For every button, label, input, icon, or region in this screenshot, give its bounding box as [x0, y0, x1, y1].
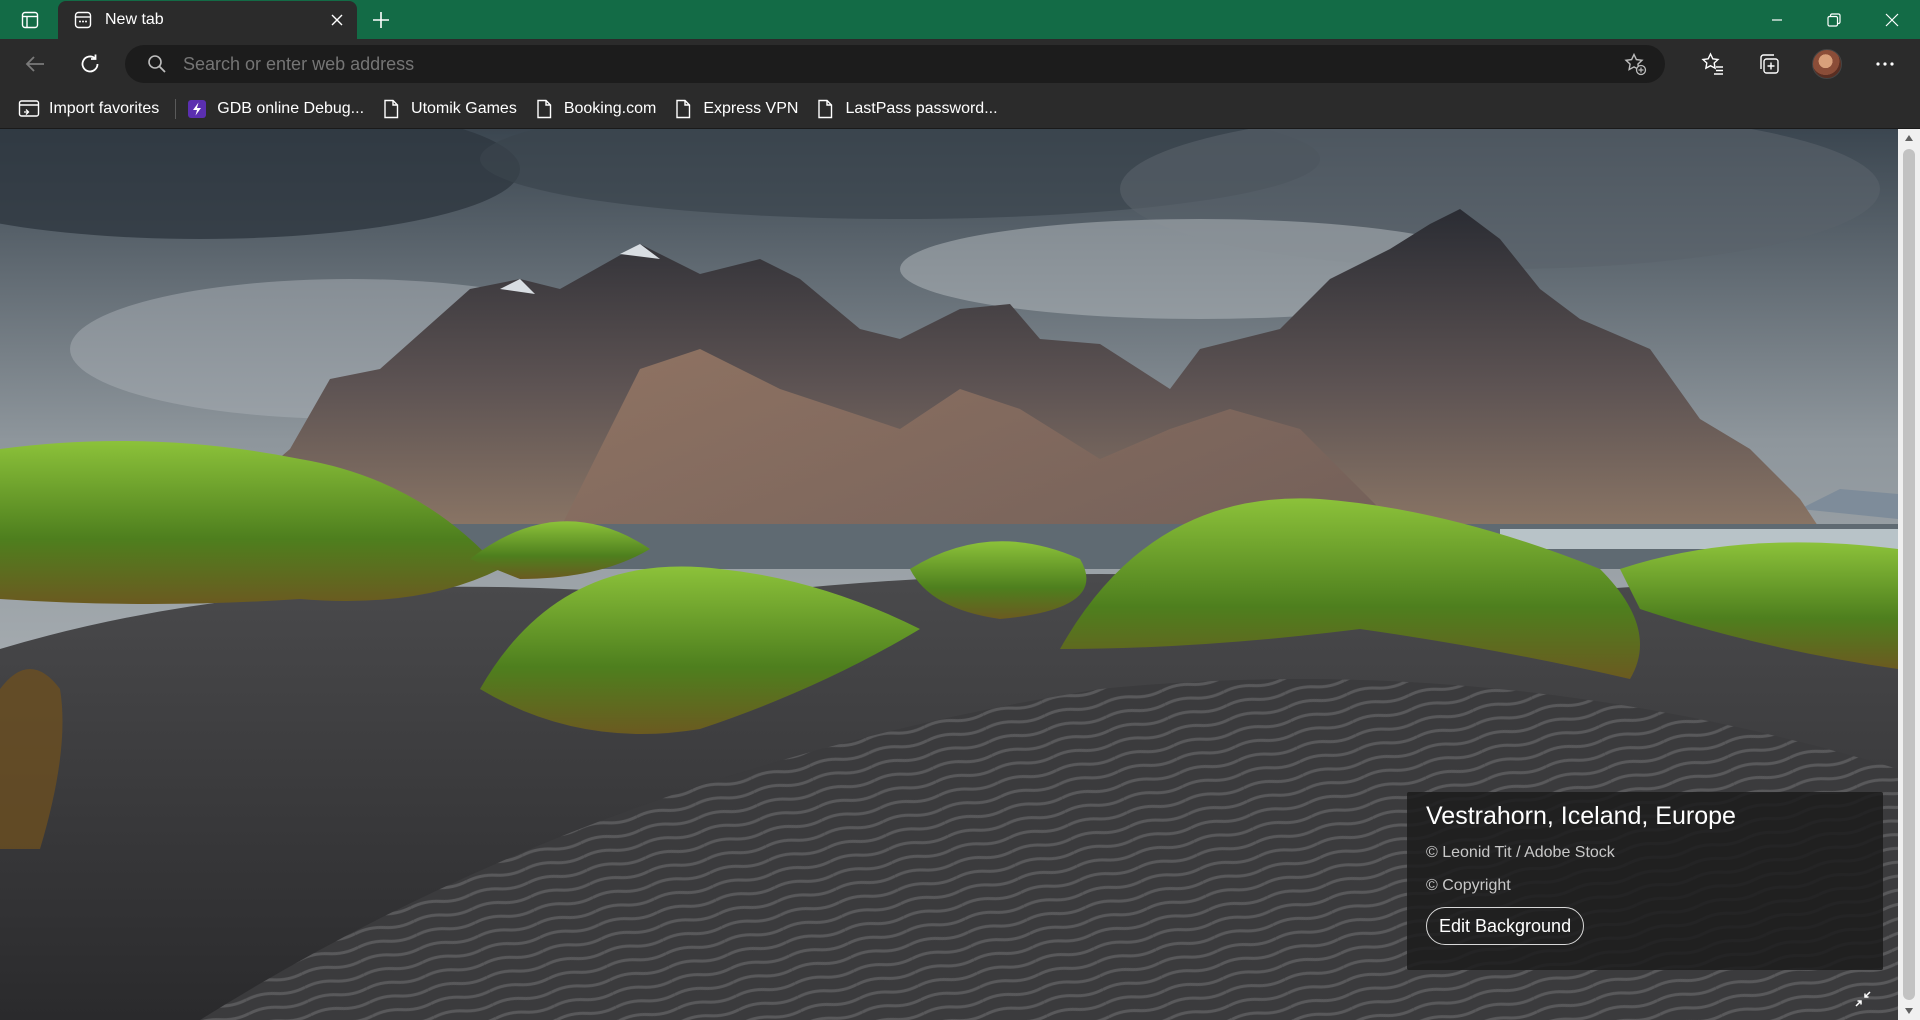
tab-title: New tab — [105, 11, 164, 28]
favorite-gdb-online[interactable]: GDB online Debug... — [182, 94, 372, 124]
favorites-list-icon — [1701, 52, 1723, 75]
image-credit: © Leonid Tit / Adobe Stock — [1426, 844, 1615, 861]
refresh-icon — [81, 54, 99, 73]
background-info-card: Vestrahorn, Iceland, Europe © Leonid Tit… — [1407, 792, 1883, 970]
back-arrow-icon — [25, 56, 44, 72]
favorite-utomik-games[interactable]: Utomik Games — [376, 94, 525, 124]
favorites-bar: Import favorites GDB online Debug... Uto… — [0, 89, 1920, 129]
page-icon — [380, 98, 402, 120]
favorite-label: Booking.com — [563, 99, 657, 117]
edit-background-button[interactable]: Edit Background — [1426, 907, 1585, 945]
search-icon — [145, 52, 169, 76]
close-window-button[interactable] — [1864, 0, 1920, 39]
copyright-link[interactable]: © Copyright — [1426, 877, 1864, 895]
collapse-arrows-icon — [1855, 991, 1871, 1007]
tab-actions-button[interactable] — [10, 5, 50, 35]
new-tab-favicon-icon — [73, 10, 93, 30]
favorite-label: LastPass password... — [845, 99, 998, 117]
more-horizontal-icon — [1876, 62, 1894, 66]
favorite-label: Utomik Games — [411, 99, 517, 117]
minimize-button[interactable] — [1749, 0, 1805, 39]
tab-new-tab[interactable]: New tab — [58, 1, 357, 39]
new-tab-button[interactable] — [365, 4, 397, 36]
page-icon — [672, 98, 694, 120]
back-button[interactable] — [16, 45, 54, 83]
title-bar: New tab — [0, 0, 1920, 39]
background-location-title[interactable]: Vestrahorn, Iceland, Europe — [1426, 802, 1864, 831]
favorite-booking[interactable]: Booking.com — [529, 94, 665, 124]
favorite-lastpass[interactable]: LastPass password... — [810, 94, 1005, 124]
collections-button[interactable] — [1750, 45, 1788, 83]
address-input[interactable] — [183, 53, 1615, 75]
restore-button[interactable] — [1806, 0, 1862, 39]
import-favorites-icon — [18, 98, 40, 120]
favorites-separator — [175, 98, 177, 119]
close-icon — [1885, 13, 1899, 26]
bolt-icon — [186, 98, 208, 120]
address-bar[interactable] — [125, 45, 1665, 83]
close-icon — [331, 14, 343, 26]
vertical-scrollbar[interactable] — [1898, 129, 1920, 1020]
favorite-express-vpn[interactable]: Express VPN — [668, 94, 806, 124]
favorite-label: Import favorites — [49, 99, 160, 117]
profile-avatar[interactable] — [1812, 49, 1842, 79]
favorites-button[interactable] — [1694, 45, 1732, 83]
plus-icon — [373, 12, 389, 28]
scroll-up-button[interactable] — [1898, 129, 1920, 147]
star-add-icon — [1624, 52, 1647, 76]
scroll-thumb[interactable] — [1903, 149, 1915, 1000]
page-icon — [533, 98, 555, 120]
page-icon — [814, 98, 836, 120]
settings-menu-button[interactable] — [1866, 45, 1904, 83]
refresh-button[interactable] — [71, 45, 109, 83]
favorite-label: GDB online Debug... — [217, 99, 365, 117]
favorite-label: Express VPN — [703, 99, 799, 117]
collapse-button[interactable] — [1846, 982, 1880, 1016]
favorite-import-favorites[interactable]: Import favorites — [14, 94, 167, 124]
tab-actions-icon — [21, 11, 39, 29]
toolbar — [0, 39, 1920, 89]
tab-close-button[interactable] — [323, 6, 351, 34]
triangle-down-icon — [1905, 1008, 1913, 1014]
triangle-up-icon — [1905, 135, 1913, 141]
minimize-icon — [1772, 18, 1782, 21]
collections-icon — [1760, 54, 1779, 74]
restore-icon — [1827, 12, 1841, 27]
scroll-down-button[interactable] — [1898, 1002, 1920, 1020]
add-favorite-button[interactable] — [1615, 45, 1655, 83]
